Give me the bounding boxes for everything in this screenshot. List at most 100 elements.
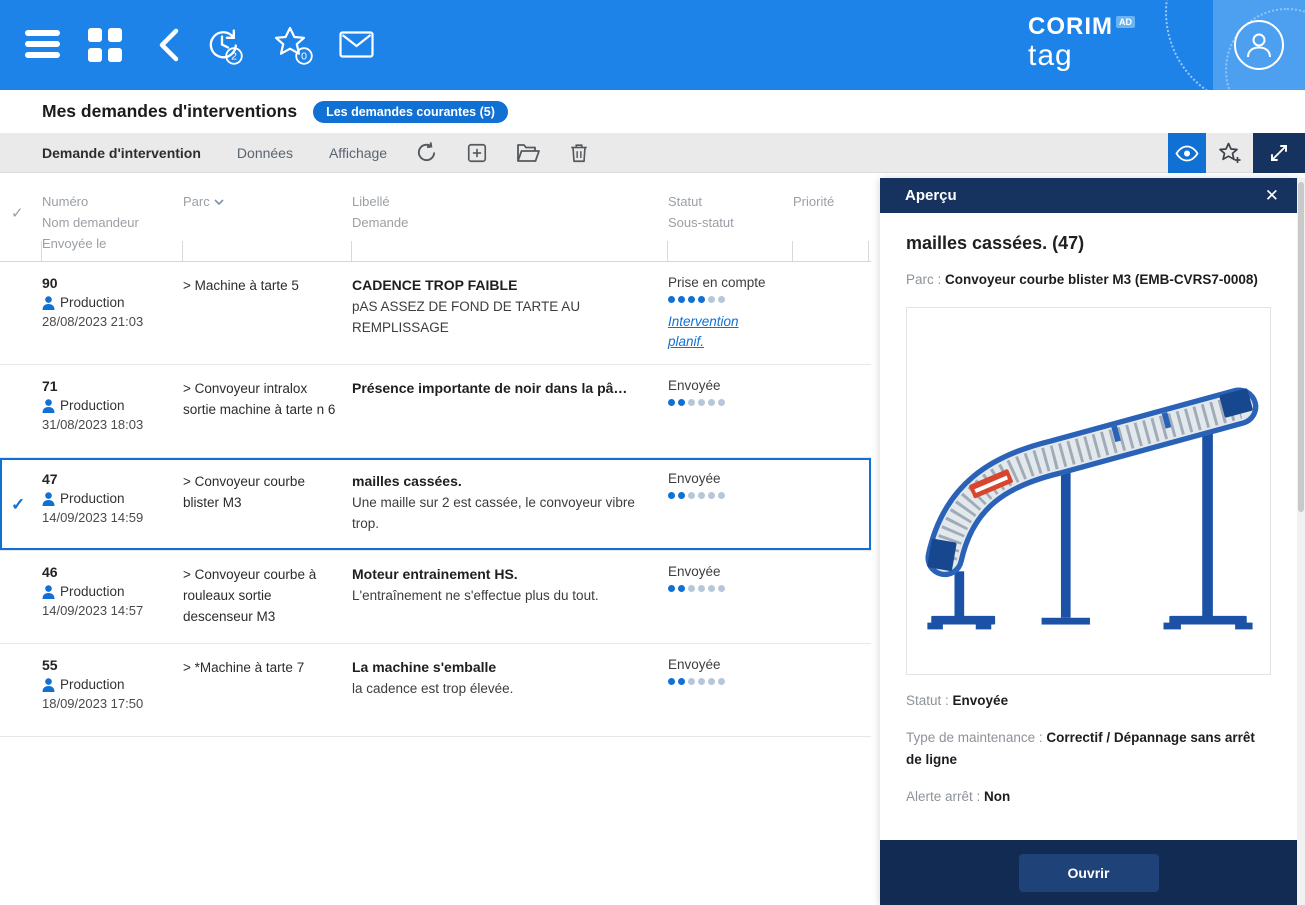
row-statut: Envoyée (668, 471, 793, 486)
user-icon (42, 399, 55, 413)
row-numero: 71 (42, 378, 183, 394)
row-envoyee-le: 28/08/2023 21:03 (42, 314, 183, 329)
row-progress-dots (668, 492, 793, 499)
row-libelle: CADENCE TROP FAIBLE (352, 275, 650, 296)
logo-ad-badge: AD (1116, 16, 1135, 28)
row-priorite (793, 471, 871, 538)
logo-corim-text: CORIM (1028, 15, 1113, 39)
tab-affichage[interactable]: Affichage (329, 145, 387, 161)
expand-icon (1269, 143, 1289, 163)
eye-icon (1175, 145, 1199, 162)
row-libelle: La machine s'emballe (352, 657, 650, 678)
row-parc: > Machine à tarte 5 (183, 275, 352, 352)
user-icon (42, 585, 55, 599)
scrollbar-thumb[interactable] (1298, 182, 1304, 512)
table-body: ✓ 90 Production 28/08/2023 21:03 > Machi… (0, 262, 871, 737)
table-row[interactable]: ✓ 47 Production 14/09/2023 14:59 > Convo… (0, 458, 871, 551)
svg-text:0: 0 (301, 51, 307, 63)
row-progress-dots (668, 678, 793, 685)
table-row[interactable]: ✓ 46 Production 14/09/2023 14:57 > Convo… (0, 551, 871, 644)
history-icon[interactable]: 2 (203, 24, 245, 71)
row-demande: Une maille sur 2 est cassée, le convoyeu… (352, 492, 650, 534)
column-header-priorite[interactable]: Priorité (793, 173, 871, 261)
row-demande: L'entraînement ne s'effectue plus du tou… (352, 585, 650, 606)
row-demandeur: Production (60, 295, 125, 310)
menu-icon[interactable] (25, 30, 60, 63)
column-header-numero[interactable]: Numéro Nom demandeur Envoyée le (42, 173, 183, 261)
title-bar: Mes demandes d'interventions Les demande… (0, 90, 1305, 133)
preview-panel-title: Aperçu (905, 187, 957, 204)
row-demande: la cadence est trop élevée. (352, 678, 650, 699)
add-icon[interactable] (466, 142, 488, 164)
user-icon (42, 678, 55, 692)
svg-text:2: 2 (231, 51, 237, 63)
star-plus-icon (1218, 141, 1242, 165)
person-icon (1246, 31, 1272, 59)
row-numero: 55 (42, 657, 183, 673)
back-chevron-icon[interactable] (158, 27, 180, 68)
vertical-scrollbar[interactable] (1297, 178, 1305, 905)
row-envoyee-le: 31/08/2023 18:03 (42, 417, 183, 432)
user-icon (42, 492, 55, 506)
preview-statut-line: Statut : Envoyée (906, 690, 1271, 712)
row-priorite (793, 378, 871, 445)
column-header-libelle[interactable]: Libellé Demande (352, 173, 668, 261)
preview-alerte-line: Alerte arrêt : Non (906, 786, 1271, 808)
preview-maintenance-line: Type de maintenance : Correctif / Dépann… (906, 727, 1271, 771)
mail-icon[interactable] (339, 31, 374, 63)
preview-parc-line: Parc : Convoyeur courbe blister M3 (EMB-… (906, 269, 1271, 291)
user-avatar[interactable] (1234, 20, 1284, 70)
row-libelle: Moteur entrainement HS. (352, 564, 650, 585)
open-button[interactable]: Ouvrir (1019, 854, 1159, 892)
row-sous-statut-link[interactable]: Intervention planif. (668, 312, 760, 352)
row-demandeur: Production (60, 584, 125, 599)
header-account-area (1213, 0, 1305, 90)
close-icon[interactable]: ✕ (1265, 187, 1279, 204)
row-demandeur: Production (60, 491, 125, 506)
conveyor-illustration (919, 341, 1259, 641)
select-all-check-icon[interactable]: ✓ (0, 173, 42, 261)
user-icon (42, 296, 55, 310)
row-statut: Prise en compte (668, 275, 793, 290)
trash-icon[interactable] (568, 142, 590, 164)
refresh-icon[interactable] (415, 141, 438, 164)
fullscreen-button[interactable] (1253, 133, 1305, 173)
row-progress-dots (668, 399, 793, 406)
toolbar: Demande d'intervention Données Affichage (0, 133, 1305, 173)
tab-demande-intervention[interactable]: Demande d'intervention (42, 145, 201, 161)
column-header-statut[interactable]: Statut Sous-statut (668, 173, 793, 261)
row-envoyee-le: 18/09/2023 17:50 (42, 696, 183, 711)
row-envoyee-le: 14/09/2023 14:59 (42, 510, 183, 525)
open-folder-icon[interactable] (516, 142, 540, 164)
table-header: ✓ Numéro Nom demandeur Envoyée le Parc L… (0, 173, 871, 262)
add-favorite-button[interactable] (1211, 133, 1249, 173)
app-header: 2 0 CORIM AD tag (0, 0, 1305, 90)
row-priorite (793, 564, 871, 631)
row-selected-check-icon: ✓ (11, 495, 25, 515)
corim-logo: CORIM AD tag (1028, 15, 1135, 71)
page-title: Mes demandes d'interventions (42, 101, 297, 122)
equipment-image (906, 307, 1271, 675)
row-statut: Envoyée (668, 378, 793, 393)
table-row[interactable]: ✓ 55 Production 18/09/2023 17:50 > *Mach… (0, 644, 871, 737)
row-parc: > Convoyeur courbe à rouleaux sortie des… (183, 564, 352, 631)
sort-descending-icon (214, 199, 224, 205)
favorites-star-icon[interactable]: 0 (272, 24, 316, 71)
row-demandeur: Production (60, 398, 125, 413)
row-numero: 47 (42, 471, 183, 487)
row-priorite (793, 275, 871, 352)
table-row[interactable]: ✓ 71 Production 31/08/2023 18:03 > Convo… (0, 365, 871, 458)
row-libelle: Présence importante de noir dans la pâ… (352, 378, 650, 399)
table-row[interactable]: ✓ 90 Production 28/08/2023 21:03 > Machi… (0, 262, 871, 365)
row-statut: Envoyée (668, 657, 793, 672)
tab-donnees[interactable]: Données (237, 145, 293, 161)
row-parc: > Convoyeur courbe blister M3 (183, 471, 352, 538)
apps-grid-icon[interactable] (88, 28, 122, 62)
current-requests-badge[interactable]: Les demandes courantes (5) (313, 101, 508, 123)
preview-request-title: mailles cassées. (47) (906, 233, 1271, 254)
row-parc: > *Machine à tarte 7 (183, 657, 352, 724)
row-progress-dots (668, 296, 793, 303)
column-header-parc[interactable]: Parc (183, 173, 352, 261)
preview-toggle-button[interactable] (1168, 133, 1206, 173)
row-parc: > Convoyeur intralox sortie machine à ta… (183, 378, 352, 445)
